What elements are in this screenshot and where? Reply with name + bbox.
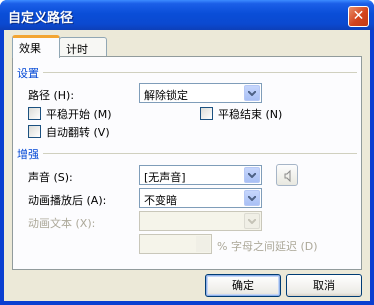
sound-value: [无声音] [144,171,186,184]
dialog-client-area: 效果 计时 设置 路径 (H): 解除锁定 平稳开始 (M) 平稳结束 (N) … [4,30,370,301]
after-animation-value: 不变暗 [144,194,177,207]
settings-divider [43,72,357,73]
cancel-button[interactable]: 取消 [286,274,362,297]
smooth-start-label: 平稳开始 (M) [46,108,112,121]
delay-suffix-label: % 字母之间延迟 (D) [217,240,318,253]
settings-group-label: 设置 [17,67,39,80]
close-button[interactable]: ✕ [348,6,369,27]
spin-down-icon[interactable] [196,244,210,252]
after-animation-select[interactable]: 不变暗 [139,188,262,208]
close-icon: ✕ [352,8,365,24]
tab-timing-label: 计时 [66,43,88,56]
ok-button[interactable]: 确定 [205,274,281,297]
tab-effect[interactable]: 效果 [12,35,60,58]
speaker-icon [284,169,291,183]
title-bar[interactable]: 自定义路径 ✕ [0,0,374,30]
chevron-down-icon[interactable] [244,167,260,183]
after-animation-label: 动画播放后 (A): [28,194,107,207]
tab-panel-effect: 设置 路径 (H): 解除锁定 平稳开始 (M) 平稳结束 (N) 自动翻转 (… [12,56,362,270]
auto-reverse-label: 自动翻转 (V) [46,126,110,139]
path-value: 解除锁定 [144,89,188,102]
window-frame-bottom [0,301,374,305]
smooth-start-checkbox[interactable] [28,107,41,120]
smooth-end-checkbox[interactable] [200,107,213,120]
enhancements-divider [43,153,357,154]
animate-text-label: 动画文本 (X): [28,217,96,230]
auto-reverse-checkbox[interactable] [28,125,41,138]
spin-up-icon[interactable] [196,236,210,244]
animate-text-select[interactable] [139,211,262,231]
enhancements-group-label: 增强 [17,148,39,161]
dialog-title: 自定义路径 [8,11,74,26]
chevron-down-icon[interactable] [244,213,260,229]
dialog-window: 自定义路径 ✕ 效果 计时 设置 路径 (H): 解除锁定 平稳开始 (M) 平… [0,0,374,305]
smooth-end-label: 平稳结束 (N) [218,108,283,121]
chevron-down-icon[interactable] [244,190,260,206]
sound-select[interactable]: [无声音] [139,165,262,185]
path-select[interactable]: 解除锁定 [139,83,262,103]
path-label: 路径 (H): [28,89,75,102]
chevron-down-icon[interactable] [244,85,260,101]
delay-spinner[interactable] [139,234,212,254]
sound-label: 声音 (S): [28,171,73,184]
tab-effect-label: 效果 [19,42,41,55]
sound-settings-button[interactable] [276,164,298,186]
